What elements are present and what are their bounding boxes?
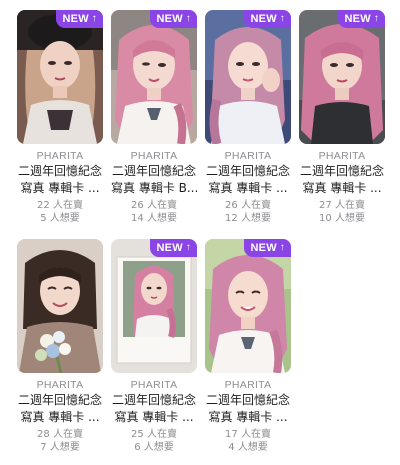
wanters-count: 6 人想要 xyxy=(134,441,174,453)
product-photo[interactable]: NEW ↑ xyxy=(299,10,385,144)
photocard-image xyxy=(111,10,197,144)
arrow-up-icon: ↑ xyxy=(185,13,191,24)
photocard-image xyxy=(205,239,291,373)
new-badge-label: NEW xyxy=(156,242,183,254)
wanters-count: 5 人想要 xyxy=(40,212,80,224)
item-title-line1: 二週年回憶紀念 xyxy=(205,164,290,178)
product-card[interactable]: NEW ↑ PHARITA 二週年回憶紀念 寫真 專輯卡 B... 26 人在賣… xyxy=(111,10,197,225)
new-badge: NEW ↑ xyxy=(243,239,291,257)
product-card[interactable]: NEW ↑ PHARITA 二週年回憶紀念 寫真 專輯卡 ... 17 人在賣 … xyxy=(205,239,291,454)
sellers-count: 17 人在賣 xyxy=(225,429,271,440)
item-title-line1: 二週年回憶紀念 xyxy=(111,393,196,407)
product-card[interactable]: NEW ↑ PHARITA 二週年回憶紀念 寫真 專輯卡 ... 25 人在賣 … xyxy=(111,239,197,454)
item-title-line1: 二週年回憶紀念 xyxy=(17,393,102,407)
artist-name: PHARITA xyxy=(130,379,178,391)
new-badge-label: NEW xyxy=(62,13,89,25)
product-card[interactable]: NEW ↑ PHARITA 二週年回憶紀念 寫真 專輯卡 ... 22 人在賣 … xyxy=(17,10,103,225)
sellers-count: 26 人在賣 xyxy=(225,200,271,211)
sellers-count: 25 人在賣 xyxy=(131,429,177,440)
new-badge: NEW ↑ xyxy=(337,10,385,28)
wanters-count: 14 人想要 xyxy=(131,212,177,224)
sellers-count: 22 人在賣 xyxy=(37,200,83,211)
new-badge-label: NEW xyxy=(250,13,277,25)
wanters-count: 10 人想要 xyxy=(319,212,365,224)
item-title-line2: 寫真 專輯卡 ... xyxy=(114,410,194,424)
item-title-line2: 寫真 專輯卡 ... xyxy=(20,181,100,195)
product-photo[interactable]: NEW ↑ xyxy=(111,10,197,144)
product-photo[interactable]: NEW ↑ xyxy=(205,10,291,144)
product-photo[interactable]: NEW ↑ xyxy=(111,239,197,373)
new-badge: NEW ↑ xyxy=(55,10,103,28)
item-title-line1: 二週年回憶紀念 xyxy=(17,164,102,178)
wanters-count: 12 人想要 xyxy=(225,212,271,224)
arrow-up-icon: ↑ xyxy=(185,242,191,253)
product-card[interactable]: NEW ↑ PHARITA 二週年回憶紀念 寫真 專輯卡 ... 27 人在賣 … xyxy=(299,10,385,225)
new-badge: NEW ↑ xyxy=(149,10,197,28)
artist-name: PHARITA xyxy=(224,150,272,162)
item-title-line2: 寫真 專輯卡 ... xyxy=(208,181,288,195)
item-title-line1: 二週年回憶紀念 xyxy=(205,393,290,407)
arrow-up-icon: ↑ xyxy=(279,242,285,253)
sellers-count: 27 人在賣 xyxy=(319,200,365,211)
photocard-image xyxy=(111,239,197,373)
product-card[interactable]: NEW ↑ PHARITA 二週年回憶紀念 寫真 專輯卡 ... 26 人在賣 … xyxy=(205,10,291,225)
photocard-image xyxy=(17,239,103,373)
new-badge-label: NEW xyxy=(250,242,277,254)
photocard-image xyxy=(299,10,385,144)
new-badge: NEW ↑ xyxy=(149,239,197,257)
artist-name: PHARITA xyxy=(36,379,84,391)
product-grid: NEW ↑ PHARITA 二週年回憶紀念 寫真 專輯卡 ... 22 人在賣 … xyxy=(0,0,400,465)
item-title-line2: 寫真 專輯卡 ... xyxy=(302,181,382,195)
sellers-count: 28 人在賣 xyxy=(37,429,83,440)
arrow-up-icon: ↑ xyxy=(373,13,379,24)
new-badge-label: NEW xyxy=(156,13,183,25)
arrow-up-icon: ↑ xyxy=(279,13,285,24)
item-title-line2: 寫真 專輯卡 B... xyxy=(111,181,197,195)
sellers-count: 26 人在賣 xyxy=(131,200,177,211)
artist-name: PHARITA xyxy=(224,379,272,391)
arrow-up-icon: ↑ xyxy=(91,13,97,24)
new-badge: NEW ↑ xyxy=(243,10,291,28)
item-title-line1: 二週年回憶紀念 xyxy=(299,164,384,178)
item-title-line2: 寫真 專輯卡 ... xyxy=(20,410,100,424)
artist-name: PHARITA xyxy=(36,150,84,162)
product-card[interactable]: PHARITA 二週年回憶紀念 寫真 專輯卡 ... 28 人在賣 7 人想要 xyxy=(17,239,103,454)
product-photo[interactable] xyxy=(17,239,103,373)
artist-name: PHARITA xyxy=(130,150,178,162)
product-photo[interactable]: NEW ↑ xyxy=(17,10,103,144)
item-title-line1: 二週年回憶紀念 xyxy=(111,164,196,178)
product-photo[interactable]: NEW ↑ xyxy=(205,239,291,373)
wanters-count: 4 人想要 xyxy=(228,441,268,453)
item-title-line2: 寫真 專輯卡 ... xyxy=(208,410,288,424)
wanters-count: 7 人想要 xyxy=(40,441,80,453)
new-badge-label: NEW xyxy=(344,13,371,25)
artist-name: PHARITA xyxy=(318,150,366,162)
photocard-image xyxy=(205,10,291,144)
photocard-image xyxy=(17,10,103,144)
